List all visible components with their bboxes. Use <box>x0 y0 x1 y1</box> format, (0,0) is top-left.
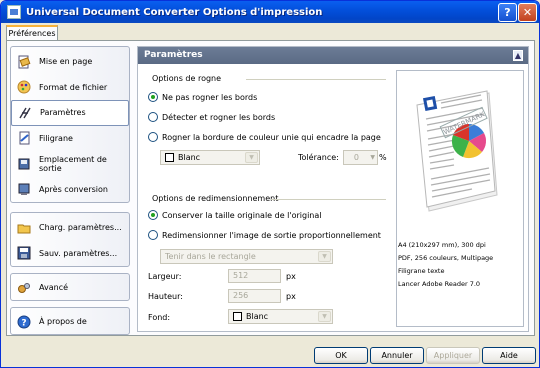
preview-info-line: Filigrane texte <box>398 267 445 275</box>
width-field[interactable]: 512 <box>228 269 281 283</box>
radio-button[interactable] <box>148 230 158 240</box>
resize-section-title: Options de redimensionnement <box>152 194 279 203</box>
crop-color-value: Blanc <box>178 153 201 162</box>
sidebar-group-main: Mise en page Format de fichier Paramètre… <box>10 46 130 203</box>
chevron-down-icon: ▼ <box>370 154 375 161</box>
radio-resize-proportional[interactable]: Redimensionner l'image de sortie proport… <box>148 230 381 240</box>
save-settings-icon <box>17 246 31 260</box>
radio-button[interactable] <box>148 112 158 122</box>
sidebar-group-about: ? À propos de <box>10 307 130 335</box>
radio-label: Rogner la bordure de couleur unie qui en… <box>162 132 381 142</box>
radio-label: Conserver la taille originale de l'origi… <box>162 210 322 220</box>
help-title-button[interactable]: ? <box>498 3 517 22</box>
preview-info-line: Lancer Adobe Reader 7.0 <box>398 280 481 288</box>
tolerance-unit: % <box>379 153 387 162</box>
settings-icon <box>18 106 32 120</box>
radio-no-crop[interactable]: Ne pas rogner les bords <box>148 92 257 102</box>
printer-icon: ▲ <box>513 50 523 61</box>
preview-panel: WATERMARK A4 (210x297 mm), 300 dpi PDF, … <box>396 70 524 327</box>
resize-section-divider <box>271 199 386 200</box>
sidebar-item-a-propos-de[interactable]: ? À propos de <box>11 309 129 335</box>
ok-button[interactable]: OK <box>314 347 368 364</box>
fit-mode-select[interactable]: Tenir dans le rectangle ▼ <box>160 249 333 264</box>
sidebar-item-avance[interactable]: Avancé <box>11 275 129 301</box>
about-icon: ? <box>17 315 31 329</box>
sidebar-item-label: Format de fichier <box>39 82 108 92</box>
help-button[interactable]: Aide <box>482 347 536 364</box>
sidebar-item-charg-parametres[interactable]: Charg. paramètres... <box>11 215 129 241</box>
sidebar-item-label: À propos de <box>39 317 87 327</box>
chevron-down-icon: ▼ <box>318 311 331 322</box>
document-preview-illustration: WATERMARK <box>416 90 498 212</box>
page-setup-icon <box>17 55 31 69</box>
preview-info-line: PDF, 256 couleurs, Multipage <box>398 254 494 262</box>
sidebar-item-label: Emplacement de sortie <box>39 154 107 173</box>
background-label: Fond: <box>148 313 171 322</box>
sidebar-item-apres-conversion[interactable]: Après conversion <box>11 177 129 203</box>
radio-detect-crop[interactable]: Détecter et rogner les bords <box>148 112 275 122</box>
watermark-icon <box>17 131 31 145</box>
sidebar-item-emplacement-de-sortie[interactable]: Emplacement de sortie <box>11 151 129 177</box>
sidebar-group-advanced: Avancé <box>10 273 130 301</box>
tab-preferences[interactable]: Préférences <box>6 25 58 41</box>
settings-panel: Paramètres ▲ Options de rogne Ne pas rog… <box>137 46 529 332</box>
background-color-select[interactable]: Blanc ▼ <box>228 309 333 324</box>
background-color-value: Blanc <box>246 312 269 321</box>
sidebar-item-label: Mise en page <box>39 57 93 67</box>
height-label: Hauteur: <box>148 292 183 301</box>
panel-header: Paramètres ▲ <box>138 47 528 64</box>
radio-crop-border[interactable]: Rogner la bordure de couleur unie qui en… <box>148 132 381 142</box>
preview-info-line: A4 (210x297 mm), 300 dpi <box>398 241 486 249</box>
app-icon <box>7 5 21 19</box>
tolerance-value: 0 <box>353 153 359 162</box>
sidebar-item-label: Paramètres <box>40 108 86 118</box>
sidebar-item-format-de-fichier[interactable]: Format de fichier <box>11 75 129 101</box>
title-bar[interactable]: Universal Document Converter Options d'i… <box>1 1 539 23</box>
after-conversion-icon <box>17 182 31 196</box>
fit-mode-value: Tenir dans le rectangle <box>165 252 256 261</box>
width-unit: px <box>286 272 296 281</box>
window-title: Universal Document Converter Options d'i… <box>26 6 323 18</box>
radio-button[interactable] <box>148 132 158 142</box>
crop-section-title: Options de rogne <box>152 74 222 83</box>
sidebar-item-mise-en-page[interactable]: Mise en page <box>11 49 129 75</box>
tolerance-stepper[interactable]: 0 ▼ <box>343 150 378 165</box>
chevron-down-icon: ▼ <box>245 152 258 163</box>
color-swatch <box>233 312 242 321</box>
svg-text:?: ? <box>21 318 26 328</box>
chevron-down-icon: ▼ <box>318 251 331 262</box>
sidebar-item-sauv-parametres[interactable]: Sauv. paramètres... <box>11 241 129 267</box>
options-dialog: Universal Document Converter Options d'i… <box>0 0 540 368</box>
crop-section-divider <box>246 79 386 80</box>
crop-color-select[interactable]: Blanc ▼ <box>160 150 260 165</box>
apply-button[interactable]: Appliquer <box>426 347 480 364</box>
radio-button[interactable] <box>148 210 158 220</box>
radio-keep-size[interactable]: Conserver la taille originale de l'origi… <box>148 210 322 220</box>
width-label: Largeur: <box>148 272 182 281</box>
height-field[interactable]: 256 <box>228 289 281 303</box>
sidebar-item-label: Avancé <box>39 283 69 293</box>
sidebar-item-label: Charg. paramètres... <box>39 223 122 233</box>
sidebar-item-label: Sauv. paramètres... <box>39 248 118 258</box>
radio-button[interactable] <box>148 92 158 102</box>
sidebar-group-settings-files: Charg. paramètres... Sauv. paramètres... <box>10 212 130 267</box>
sidebar-item-filigrane[interactable]: Filigrane <box>11 126 129 152</box>
panel-title: Paramètres <box>144 50 203 60</box>
sidebar-item-label: Filigrane <box>39 133 73 143</box>
color-swatch <box>165 153 174 162</box>
load-settings-icon <box>17 221 31 235</box>
output-location-icon <box>17 157 31 171</box>
close-button[interactable]: ✕ <box>518 3 537 22</box>
radio-label: Redimensionner l'image de sortie proport… <box>162 230 381 240</box>
tolerance-label: Tolérance: <box>298 153 339 162</box>
sidebar-item-label: Après conversion <box>39 184 108 194</box>
radio-label: Détecter et rogner les bords <box>162 112 276 122</box>
advanced-icon <box>17 281 31 295</box>
height-unit: px <box>286 292 296 301</box>
cancel-button[interactable]: Annuler <box>370 347 424 364</box>
file-format-icon <box>17 80 31 94</box>
sidebar-item-parametres[interactable]: Paramètres <box>11 100 129 126</box>
radio-label: Ne pas rogner les bords <box>162 92 258 102</box>
